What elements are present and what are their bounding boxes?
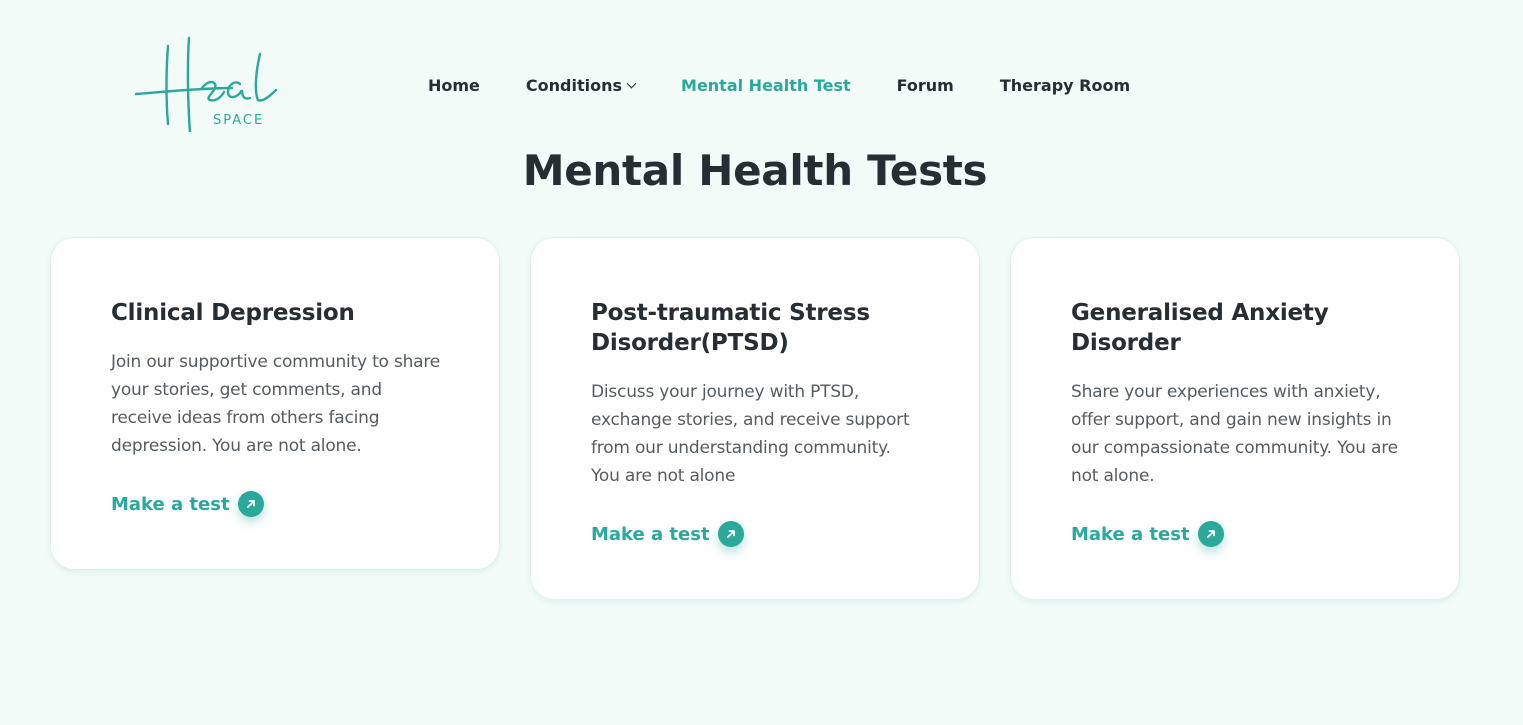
make-test-button[interactable]: Make a test — [591, 521, 921, 547]
test-card-depression: Clinical Depression Join our supportive … — [50, 237, 500, 570]
nav-therapy-room[interactable]: Therapy Room — [1000, 76, 1130, 95]
card-description: Share your experiences with anxiety, off… — [1071, 382, 1398, 486]
make-test-label: Make a test — [591, 523, 710, 545]
arrow-up-right-icon — [237, 491, 264, 517]
make-test-button[interactable]: Make a test — [1071, 521, 1401, 547]
card-title: Clinical Depression — [111, 300, 355, 326]
card-description: Discuss your journey with PTSD, exchange… — [591, 382, 910, 486]
make-test-label: Make a test — [111, 493, 230, 515]
card-title: Generalised Anxiety Disorder — [1071, 300, 1329, 356]
nav-forum[interactable]: Forum — [897, 76, 954, 95]
nav-therapy-room-label: Therapy Room — [999, 75, 1131, 95]
test-card-anxiety: Generalised Anxiety Disorder Share your … — [1010, 237, 1460, 600]
arrow-up-right-icon — [717, 521, 744, 547]
logo[interactable]: SPACE — [132, 36, 282, 132]
nav-conditions-label: Conditions — [525, 75, 623, 95]
make-test-button[interactable]: Make a test — [111, 491, 441, 517]
nav-forum-label: Forum — [896, 75, 954, 95]
main-nav: Home Conditions Mental Health Test Forum… — [428, 74, 1176, 96]
page-title: Mental Health Tests — [522, 146, 988, 195]
nav-conditions[interactable]: Conditions — [525, 75, 637, 95]
card-description: Join our supportive community to share y… — [111, 352, 441, 456]
test-card-ptsd: Post-traumatic Stress Disorder(PTSD) Dis… — [530, 237, 980, 600]
make-test-label: Make a test — [1071, 523, 1190, 545]
chevron-down-icon — [626, 78, 637, 88]
card-title: Post-traumatic Stress Disorder(PTSD) — [591, 300, 870, 356]
nav-mental-health-test[interactable]: Mental Health Test — [681, 76, 851, 95]
nav-mental-health-test-label: Mental Health Test — [681, 75, 851, 95]
logo-subtext: SPACE — [213, 113, 265, 128]
nav-home[interactable]: Home — [428, 76, 480, 95]
arrow-up-right-icon — [1197, 521, 1224, 547]
nav-home-label: Home — [428, 75, 480, 95]
